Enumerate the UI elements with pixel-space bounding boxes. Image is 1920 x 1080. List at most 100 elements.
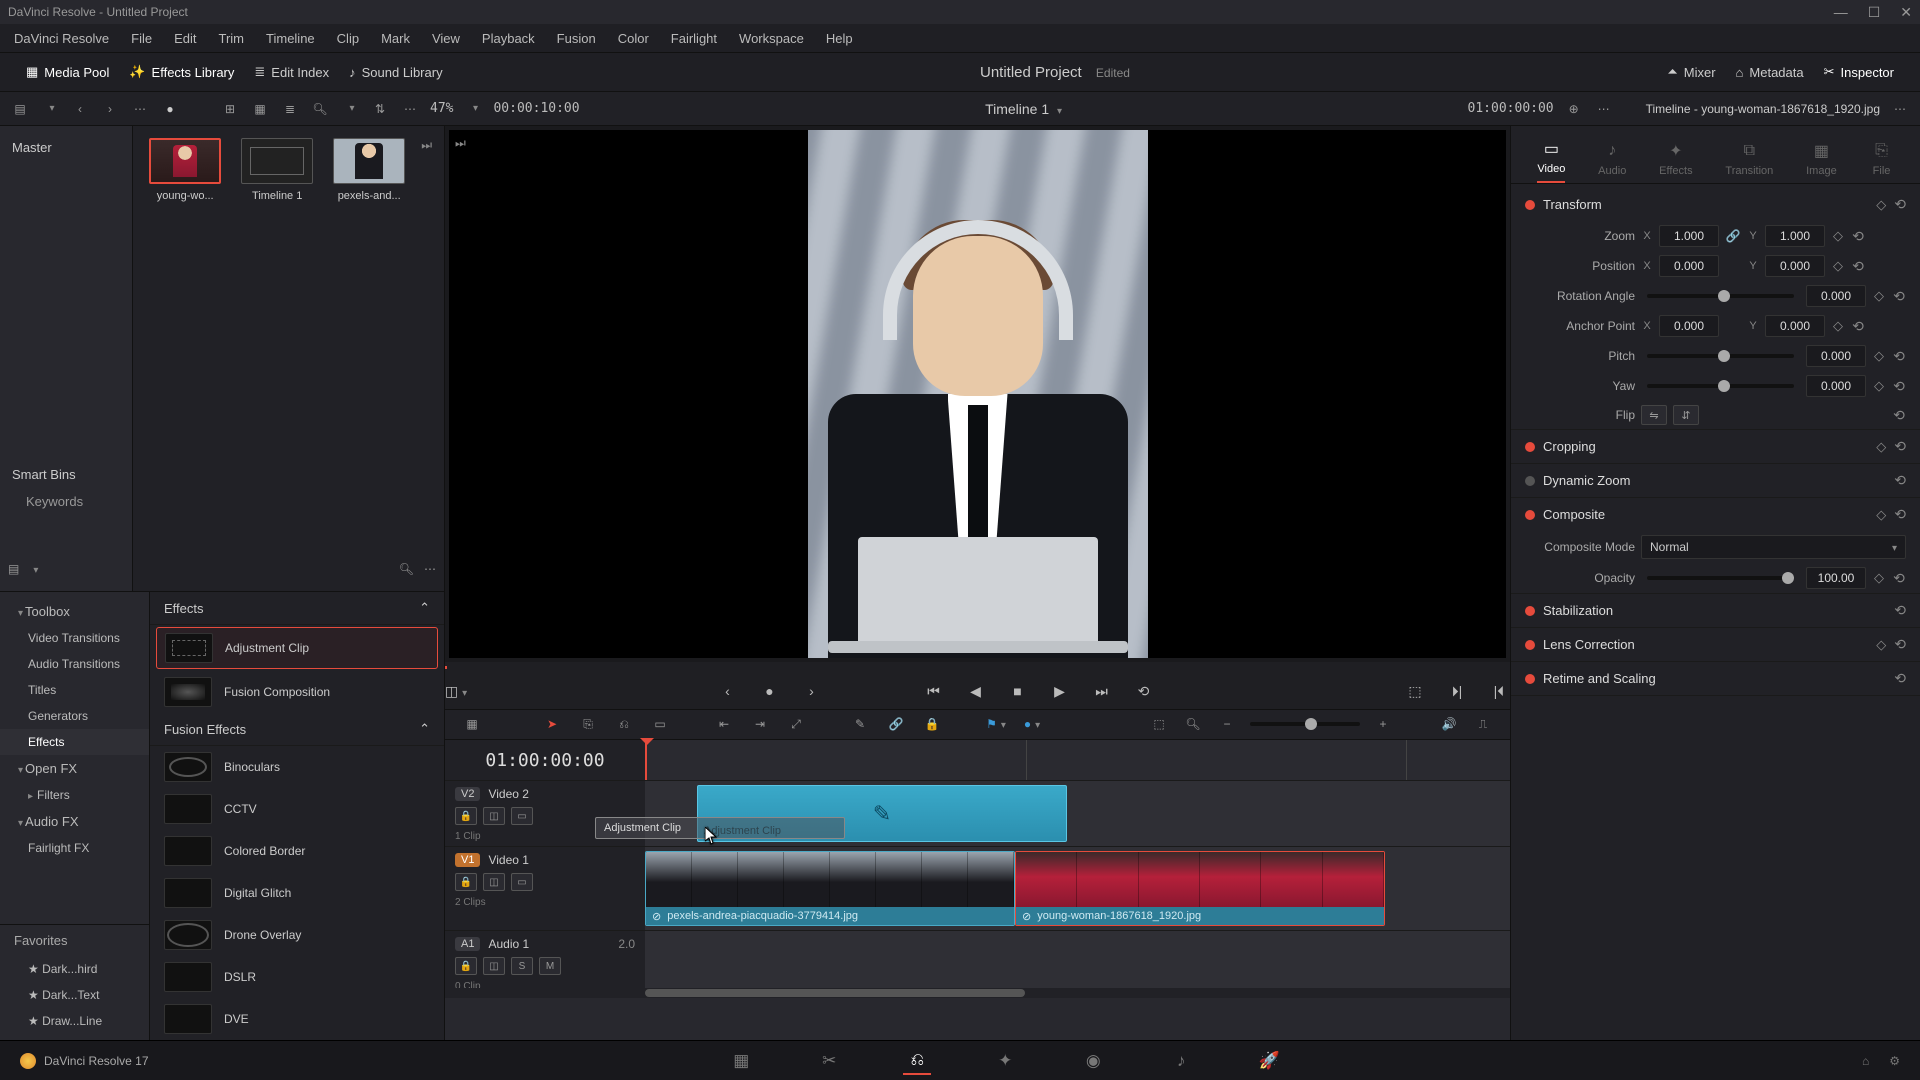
keywords-bin[interactable]: Keywords <box>8 488 124 515</box>
razor-icon[interactable]: ✎ <box>849 713 871 735</box>
yaw-input[interactable] <box>1806 375 1866 397</box>
selection-tool-icon[interactable]: ➤ <box>541 713 563 735</box>
timeline-name[interactable]: Timeline 1 <box>985 101 1049 117</box>
keyframe-icon[interactable]: ◇ <box>1872 288 1886 304</box>
keyframe-icon[interactable]: ◇ <box>1872 378 1886 394</box>
opacity-input[interactable] <box>1806 567 1866 589</box>
bin-view-icon[interactable]: ▤ <box>10 99 30 119</box>
strip-view-icon[interactable]: ▦ <box>250 99 270 119</box>
edit-index-button[interactable]: ≣Edit Index <box>248 60 335 84</box>
inspector-tab-image[interactable]: ▦Image <box>1806 141 1837 183</box>
reset-icon[interactable]: ⟲ <box>1892 348 1906 365</box>
reset-icon[interactable]: ⟲ <box>1892 378 1906 395</box>
fx-toolbox[interactable]: Toolbox <box>0 598 149 625</box>
inspector-tab-audio[interactable]: ♪Audio <box>1598 141 1626 183</box>
rotation-input[interactable] <box>1806 285 1866 307</box>
overwrite-icon[interactable]: ⇥ <box>749 713 771 735</box>
yaw-slider[interactable] <box>1647 384 1794 388</box>
track-lane[interactable]: ✎ Adjustment Clip Adjustment Clip <box>645 781 1510 846</box>
reset-icon[interactable]: ⟲ <box>1851 318 1865 335</box>
crop-dropdown[interactable]: ◫ <box>445 680 467 702</box>
video-clip-1[interactable]: ⊘pexels-andrea-piacquadio-3779414.jpg <box>645 851 1015 926</box>
timeline-dropdown-icon[interactable] <box>1053 101 1062 117</box>
fx-item[interactable]: DVE <box>150 998 444 1040</box>
timeline-viewer[interactable]: ⏭ <box>449 130 1506 658</box>
inspector-retime[interactable]: Retime and Scaling⟲ <box>1511 662 1920 696</box>
zoom-fit-icon[interactable]: ⬚ <box>1148 713 1170 735</box>
flip-v-button[interactable]: ⇵ <box>1673 405 1699 425</box>
stop-icon[interactable]: ■ <box>1007 680 1029 702</box>
mute-icon[interactable]: M <box>539 957 561 975</box>
master-bin[interactable]: Master <box>8 134 124 161</box>
list-view-icon[interactable]: ≣ <box>280 99 300 119</box>
search-dropdown[interactable] <box>340 99 360 119</box>
bin-dropdown[interactable] <box>40 99 60 119</box>
menu-mark[interactable]: Mark <box>371 27 420 50</box>
play-icon[interactable]: ▶ <box>1049 680 1071 702</box>
insert-icon[interactable]: ⇤ <box>713 713 735 735</box>
inspector-tab-file[interactable]: ⎘File <box>1870 141 1894 183</box>
track-lock-icon[interactable]: 🔒 <box>455 873 477 891</box>
fx-group-header[interactable]: Fusion Effects⌃ <box>150 713 444 746</box>
window-maximize-button[interactable]: ☐ <box>1868 4 1881 21</box>
replace-icon[interactable]: ⤢ <box>785 713 807 735</box>
menu-color[interactable]: Color <box>608 27 659 50</box>
record-icon[interactable]: ● <box>160 99 180 119</box>
search-icon[interactable]: 🔍︎ <box>310 99 330 119</box>
goto-start-icon[interactable]: ⏮ <box>923 680 945 702</box>
fx-video-transitions[interactable]: Video Transitions <box>0 625 149 651</box>
menu-workspace[interactable]: Workspace <box>729 27 814 50</box>
fav-item[interactable]: ★ Dark...Text <box>0 982 149 1008</box>
fx-audio-transitions[interactable]: Audio Transitions <box>0 651 149 677</box>
link-icon[interactable]: 🔗 <box>885 713 907 735</box>
settings-icon[interactable]: ⚙ <box>1889 1054 1900 1068</box>
page-deliver[interactable]: 🚀 <box>1255 1047 1283 1075</box>
inspector-tab-transition[interactable]: ⧉Transition <box>1725 141 1773 183</box>
auto-select-icon[interactable]: ◫ <box>483 873 505 891</box>
inspector-tab-video[interactable]: ▭Video <box>1537 139 1565 183</box>
clip-thumb[interactable]: young-wo... <box>145 138 225 202</box>
window-close-button[interactable]: ✕ <box>1900 4 1912 21</box>
keyframe-icon[interactable]: ◇ <box>1876 197 1886 213</box>
fx-item[interactable]: Drone Overlay <box>150 914 444 956</box>
reset-icon[interactable]: ⟲ <box>1892 570 1906 587</box>
reset-icon[interactable]: ⟲ <box>1892 288 1906 305</box>
go-to-end-icon[interactable]: ⏭ <box>421 138 432 153</box>
viewer-opts-icon[interactable]: ⋯ <box>1594 99 1614 119</box>
pos-y-input[interactable] <box>1765 255 1825 277</box>
track-lane[interactable]: ⊘pexels-andrea-piacquadio-3779414.jpg ⊘y… <box>645 847 1510 930</box>
reset-icon[interactable]: ⟲ <box>1851 258 1865 275</box>
clip-thumb[interactable]: pexels-and... <box>329 138 409 202</box>
flip-h-button[interactable]: ⇋ <box>1641 405 1667 425</box>
next-edit-icon[interactable]: › <box>801 680 823 702</box>
page-edit[interactable]: ⎌ <box>903 1047 931 1075</box>
track-lock-icon[interactable]: 🔒 <box>455 807 477 825</box>
fx-filters[interactable]: Filters <box>0 782 149 808</box>
menu-view[interactable]: View <box>422 27 470 50</box>
tl-opts-icon[interactable]: ⎍ <box>1472 713 1494 735</box>
trim-tool-icon[interactable]: ⎘ <box>577 713 599 735</box>
link-icon[interactable]: 🔗 <box>1725 229 1741 243</box>
pitch-input[interactable] <box>1806 345 1866 367</box>
arm-icon[interactable]: ◫ <box>483 957 505 975</box>
anchor-x-input[interactable] <box>1659 315 1719 337</box>
fav-item[interactable]: ★ Draw...Line <box>0 1008 149 1034</box>
menu-help[interactable]: Help <box>816 27 863 50</box>
zoom-slider[interactable] <box>1250 722 1360 726</box>
fx-item[interactable]: DSLR <box>150 956 444 998</box>
reset-icon[interactable]: ⟲ <box>1892 407 1906 424</box>
zoom-in-icon[interactable]: + <box>1372 713 1394 735</box>
sound-library-button[interactable]: ♪Sound Library <box>343 61 448 84</box>
page-fusion[interactable]: ✦ <box>991 1047 1019 1075</box>
inspector-button[interactable]: ✂Inspector <box>1818 60 1900 84</box>
media-pool-button[interactable]: ▦Media Pool <box>20 60 115 84</box>
keyframe-icon[interactable]: ◇ <box>1831 228 1845 244</box>
pos-x-input[interactable] <box>1659 255 1719 277</box>
track-enable-icon[interactable]: ▭ <box>511 807 533 825</box>
goto-end-icon[interactable]: ⏭ <box>1091 680 1113 702</box>
flag-icon[interactable]: ⚑ <box>985 713 1007 735</box>
fx-audiofx[interactable]: Audio FX <box>0 808 149 835</box>
page-fairlight[interactable]: ♪ <box>1167 1047 1195 1075</box>
tl-view-opts-icon[interactable]: ▦ <box>461 713 483 735</box>
clip-thumb[interactable]: Timeline 1 <box>237 138 317 202</box>
